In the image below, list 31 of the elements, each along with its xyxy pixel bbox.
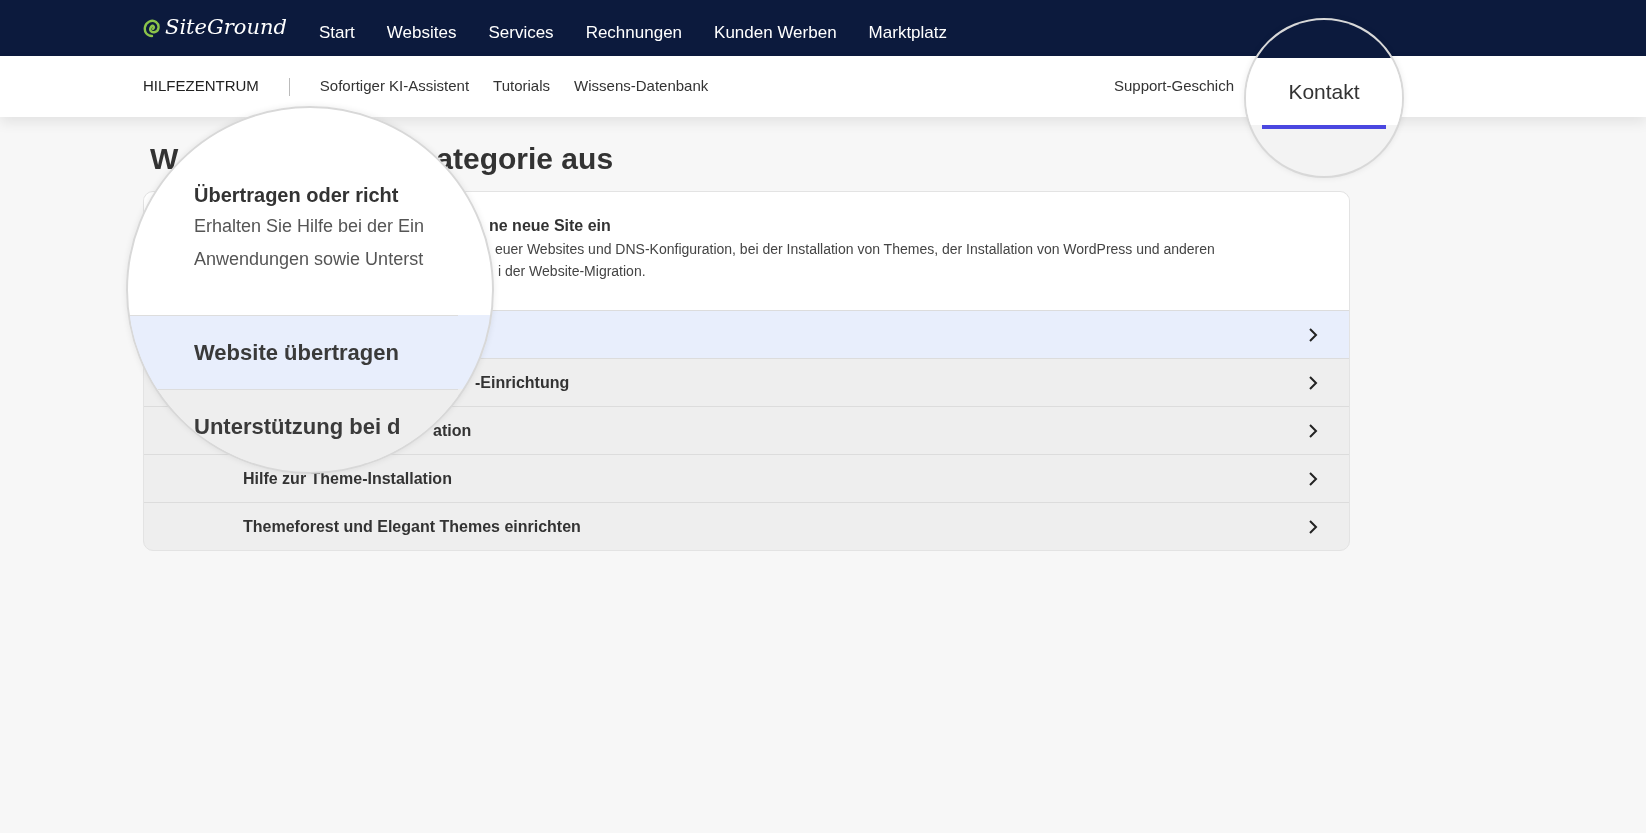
row-label: Themeforest und Elegant Themes einrichten: [243, 517, 581, 535]
page-heading: ategorie aus: [436, 140, 614, 177]
subnav-link[interactable]: Sofortiger KI-Assistent: [319, 75, 470, 98]
card-description: i der Website-Migration.: [498, 262, 647, 281]
subnav-link[interactable]: Tutorials: [493, 75, 551, 98]
card-title: ne neue Site ein: [489, 216, 612, 236]
magnified-description: Erhalten Sie Hilfe bei der Ein: [194, 215, 426, 238]
chevron-right-icon: [1307, 519, 1319, 534]
magnified-row[interactable]: Website übertragen: [128, 315, 458, 389]
category-row[interactable]: Themeforest und Elegant Themes einrichten: [144, 502, 1349, 550]
row-label: -Einrichtung: [475, 373, 570, 391]
page-heading: W: [150, 140, 179, 177]
chevron-right-icon: [1307, 327, 1319, 342]
subnav-link[interactable]: Support-Geschich: [1113, 75, 1234, 98]
help-center-title: HILFEZENTRUM: [143, 76, 259, 97]
nav-link[interactable]: Services: [488, 10, 554, 46]
nav-link[interactable]: Rechnungen: [585, 10, 683, 46]
nav-link[interactable]: Marktplatz: [868, 10, 948, 46]
row-label: Hilfe zur Theme-Installation: [243, 469, 452, 487]
card-description: euer Websites und DNS-Konfiguration, bei der Installation von Themes, der Installation von WordPress und anderen: [495, 240, 1216, 259]
magnified-description: Anwendungen sowie Unterst: [194, 248, 425, 271]
chevron-right-icon: [1307, 471, 1319, 486]
magnified-title: Übertragen oder richt: [194, 183, 400, 208]
chevron-right-icon: [1307, 375, 1319, 390]
nav-link[interactable]: Start: [318, 10, 355, 46]
spiral-logo-icon: [143, 18, 161, 38]
nav-link[interactable]: Websites: [386, 10, 457, 46]
chevron-right-icon: [1307, 423, 1319, 438]
nav-link[interactable]: Kunden Werben: [714, 10, 837, 46]
logo-text: SiteGround: [165, 14, 287, 42]
subnav-link[interactable]: Wissens-Datenbank: [574, 75, 709, 98]
